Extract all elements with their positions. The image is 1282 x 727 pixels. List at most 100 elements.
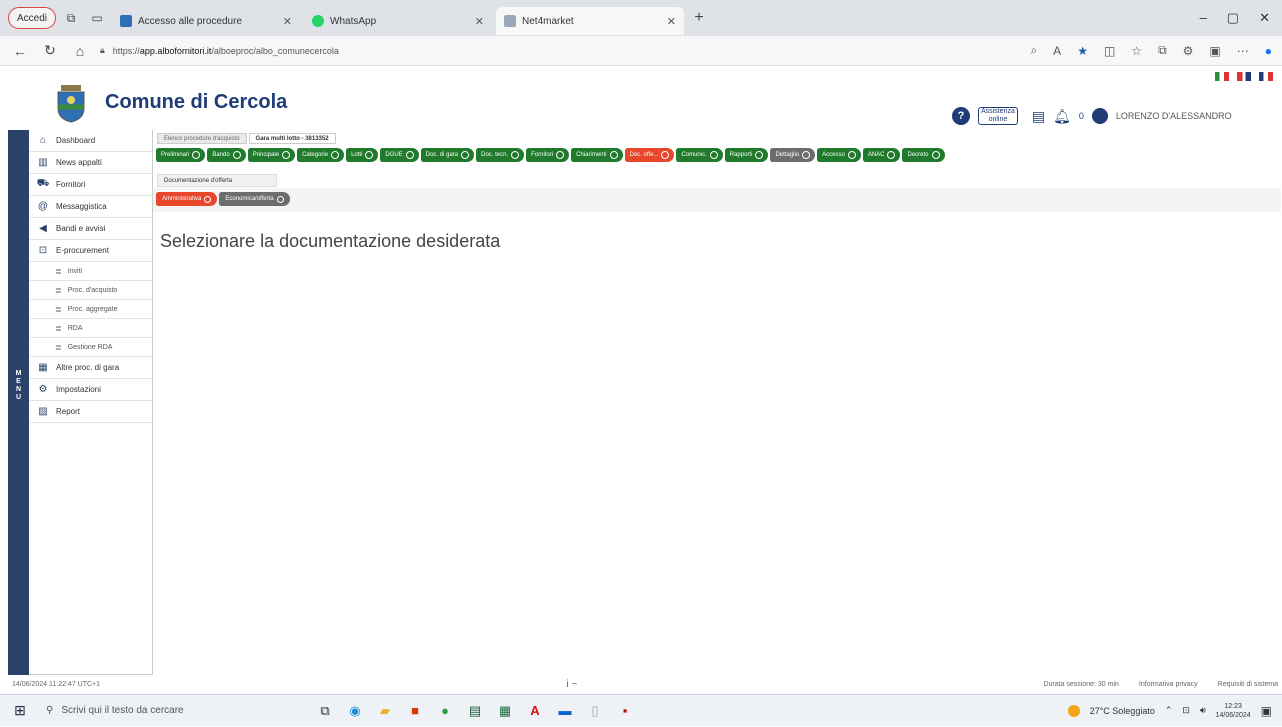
tray-chevron-icon[interactable]: ⌃ <box>1165 705 1173 716</box>
weather-text[interactable]: 27°C Soleggiato <box>1090 706 1155 716</box>
profile-button[interactable]: Accedi <box>8 7 57 29</box>
municipality-crest-icon <box>57 85 85 123</box>
back-icon[interactable]: ← <box>10 43 30 59</box>
step-tab[interactable]: Dettaglio <box>770 148 816 162</box>
step-tab[interactable]: Fornitori <box>526 148 570 162</box>
step-tab[interactable]: Comunic. <box>676 148 723 162</box>
workspaces-icon[interactable]: ⧉ <box>60 7 82 29</box>
more-icon[interactable]: ⋯ <box>1237 44 1249 58</box>
close-tab-icon[interactable]: ✕ <box>283 15 292 28</box>
reload-icon[interactable]: ↻ <box>40 42 60 59</box>
sidebar-subitem-aggregate[interactable]: ≣ Proc. aggregate <box>29 300 152 319</box>
help-icon[interactable]: ? <box>952 107 970 125</box>
chrome-icon[interactable]: ● <box>430 700 460 722</box>
calculator-icon[interactable]: ▤ <box>460 700 490 722</box>
home-icon[interactable]: ⌂ <box>70 43 90 59</box>
sidebar-subitem-rda-management[interactable]: ≣ Gestione RDA <box>29 338 152 357</box>
sidebar-subitem-invites[interactable]: ≣ Inviti <box>29 262 152 281</box>
privacy-link[interactable]: Informativa privacy <box>1139 681 1198 688</box>
sidebar-item-report[interactable]: ▨ Report <box>29 401 152 423</box>
user-name[interactable]: LORENZO D'ALESSANDRO <box>1116 111 1232 121</box>
edge-icon[interactable]: ◉ <box>340 700 370 722</box>
sidebar-subitem-purchase[interactable]: ≣ Proc. d'acquisto <box>29 281 152 300</box>
file-explorer-icon[interactable]: ▰ <box>370 700 400 722</box>
outlook-icon[interactable]: ▬ <box>550 700 580 722</box>
sidebar-item-news[interactable]: ▥ News appalti <box>29 152 152 174</box>
task-view-icon[interactable]: ⧉ <box>310 700 340 722</box>
favorites-icon[interactable]: ☆ <box>1131 44 1142 58</box>
menu-rail[interactable] <box>8 130 29 675</box>
read-aloud-icon[interactable]: A <box>1053 44 1061 58</box>
step-tab[interactable]: Bando <box>207 148 246 162</box>
browser-tab-active[interactable]: Net4market ✕ <box>496 7 685 35</box>
windows-start-icon[interactable]: ⊞ <box>0 702 40 719</box>
step-tab[interactable]: Principale <box>247 148 296 162</box>
breadcrumb-procedures-list[interactable]: Elenco procedure d'acquisto <box>157 133 247 144</box>
office-icon[interactable]: ▣ <box>1209 44 1220 58</box>
sidebar-item-other-tenders[interactable]: ▦ Altre proc. di gara <box>29 357 152 379</box>
sidebar-item-dashboard[interactable]: ⌂ Dashboard <box>29 130 152 152</box>
excel-icon[interactable]: ▦ <box>490 700 520 722</box>
user-avatar-icon[interactable] <box>1091 108 1108 124</box>
footer-info-icon[interactable]: i ~ <box>566 679 577 690</box>
step-tab[interactable]: Categorie <box>297 148 345 162</box>
close-tab-icon[interactable]: ✕ <box>475 15 484 28</box>
maximize-icon[interactable]: ▢ <box>1227 10 1239 26</box>
network-icon[interactable]: ⊡ <box>1182 705 1190 716</box>
site-title[interactable]: Comune di Cercola <box>105 91 287 114</box>
italian-flag-icon[interactable] <box>1215 72 1229 81</box>
step-tab[interactable]: Preliminari <box>156 148 206 162</box>
offer-doc-subtab[interactable]: Amministrativa <box>156 192 218 206</box>
system-requirements-link[interactable]: Requisiti di sistema <box>1218 681 1278 688</box>
step-tab[interactable]: Rapporti <box>724 148 769 162</box>
office-app-icon[interactable]: ■ <box>400 700 430 722</box>
notifications-icon[interactable]: ▣ <box>1261 704 1272 718</box>
sidebar-subitem-rda[interactable]: ≣ RDA <box>29 319 152 338</box>
sidebar-item-settings[interactable]: ⚙︎ Impostazioni <box>29 379 152 401</box>
sidebar-item-messaging[interactable]: @ Messaggistica <box>29 196 152 218</box>
acrobat-icon[interactable]: A <box>520 700 550 722</box>
offer-doc-subtab[interactable]: Economica/offerta <box>219 192 290 206</box>
copilot-icon[interactable]: ● <box>1265 44 1272 58</box>
notes-icon[interactable]: ▤ <box>1032 108 1045 125</box>
online-assistance-button[interactable]: Assistenza online <box>978 107 1018 125</box>
zoom-icon[interactable]: ⌕ <box>1030 43 1037 58</box>
notepad-icon[interactable]: ▯ <box>580 700 610 722</box>
new-tab-icon[interactable]: + <box>688 9 710 27</box>
collections-icon[interactable]: ⧉ <box>1158 43 1167 58</box>
bell-icon[interactable]: 🔔︎ <box>1053 108 1071 125</box>
browser-tab[interactable]: WhatsApp ✕ <box>304 7 492 35</box>
split-screen-icon[interactable]: ◫ <box>1104 44 1115 58</box>
sidebar-item-suppliers[interactable]: ⛟ Fornitori <box>29 174 152 196</box>
weather-icon <box>1067 704 1080 717</box>
favorite-star-icon[interactable]: ★ <box>1077 44 1088 58</box>
step-tab[interactable]: Decreto <box>902 148 945 162</box>
close-tab-icon[interactable]: ✕ <box>667 15 676 28</box>
sidebar-item-eprocurement[interactable]: ⊡ E-procurement <box>29 240 152 262</box>
step-tab[interactable]: Accesso <box>817 148 861 162</box>
extensions-icon[interactable]: ⚙︎ <box>1183 44 1194 58</box>
taskbar-search[interactable]: ⚲ Scrivi qui il testo da cercare <box>40 695 310 727</box>
step-tab[interactable]: Doc. offe... <box>624 148 675 162</box>
clock[interactable]: 12:23 14/06/2024 <box>1216 702 1251 720</box>
url-field[interactable]: 🔒︎ https://app.albofornitori.it/alboepro… <box>100 40 900 62</box>
lock-icon: 🔒︎ <box>100 45 105 55</box>
english-flag-icon[interactable] <box>1237 72 1251 81</box>
step-tab[interactable]: Doc. di gara <box>420 148 475 162</box>
breadcrumb-current-tender[interactable]: Gara multi lotto - 3813352 <box>248 133 336 144</box>
close-window-icon[interactable]: ✕ <box>1259 10 1270 26</box>
offer-doc-subtabs: Amministrativa Economica/offerta <box>156 192 290 206</box>
step-tab[interactable]: Doc. tecn. <box>476 148 525 162</box>
step-tab[interactable]: ANAC <box>862 148 901 162</box>
volume-icon[interactable]: 🔊︎ <box>1200 705 1206 716</box>
step-tab[interactable]: Lotti <box>346 148 379 162</box>
tab-actions-icon[interactable]: ▭ <box>86 7 108 29</box>
app-icon[interactable]: ▪ <box>610 700 640 722</box>
browser-tab[interactable]: Accesso alle procedure ✕ <box>112 7 300 35</box>
minimize-icon[interactable]: – <box>1200 10 1207 26</box>
check-circle-icon <box>847 151 856 159</box>
step-tab[interactable]: Chiarimenti <box>571 148 623 162</box>
sidebar-item-notices[interactable]: ◀ Bandi e avvisi <box>29 218 152 240</box>
french-flag-icon[interactable] <box>1259 72 1273 81</box>
step-tab[interactable]: DGUE <box>380 148 419 162</box>
